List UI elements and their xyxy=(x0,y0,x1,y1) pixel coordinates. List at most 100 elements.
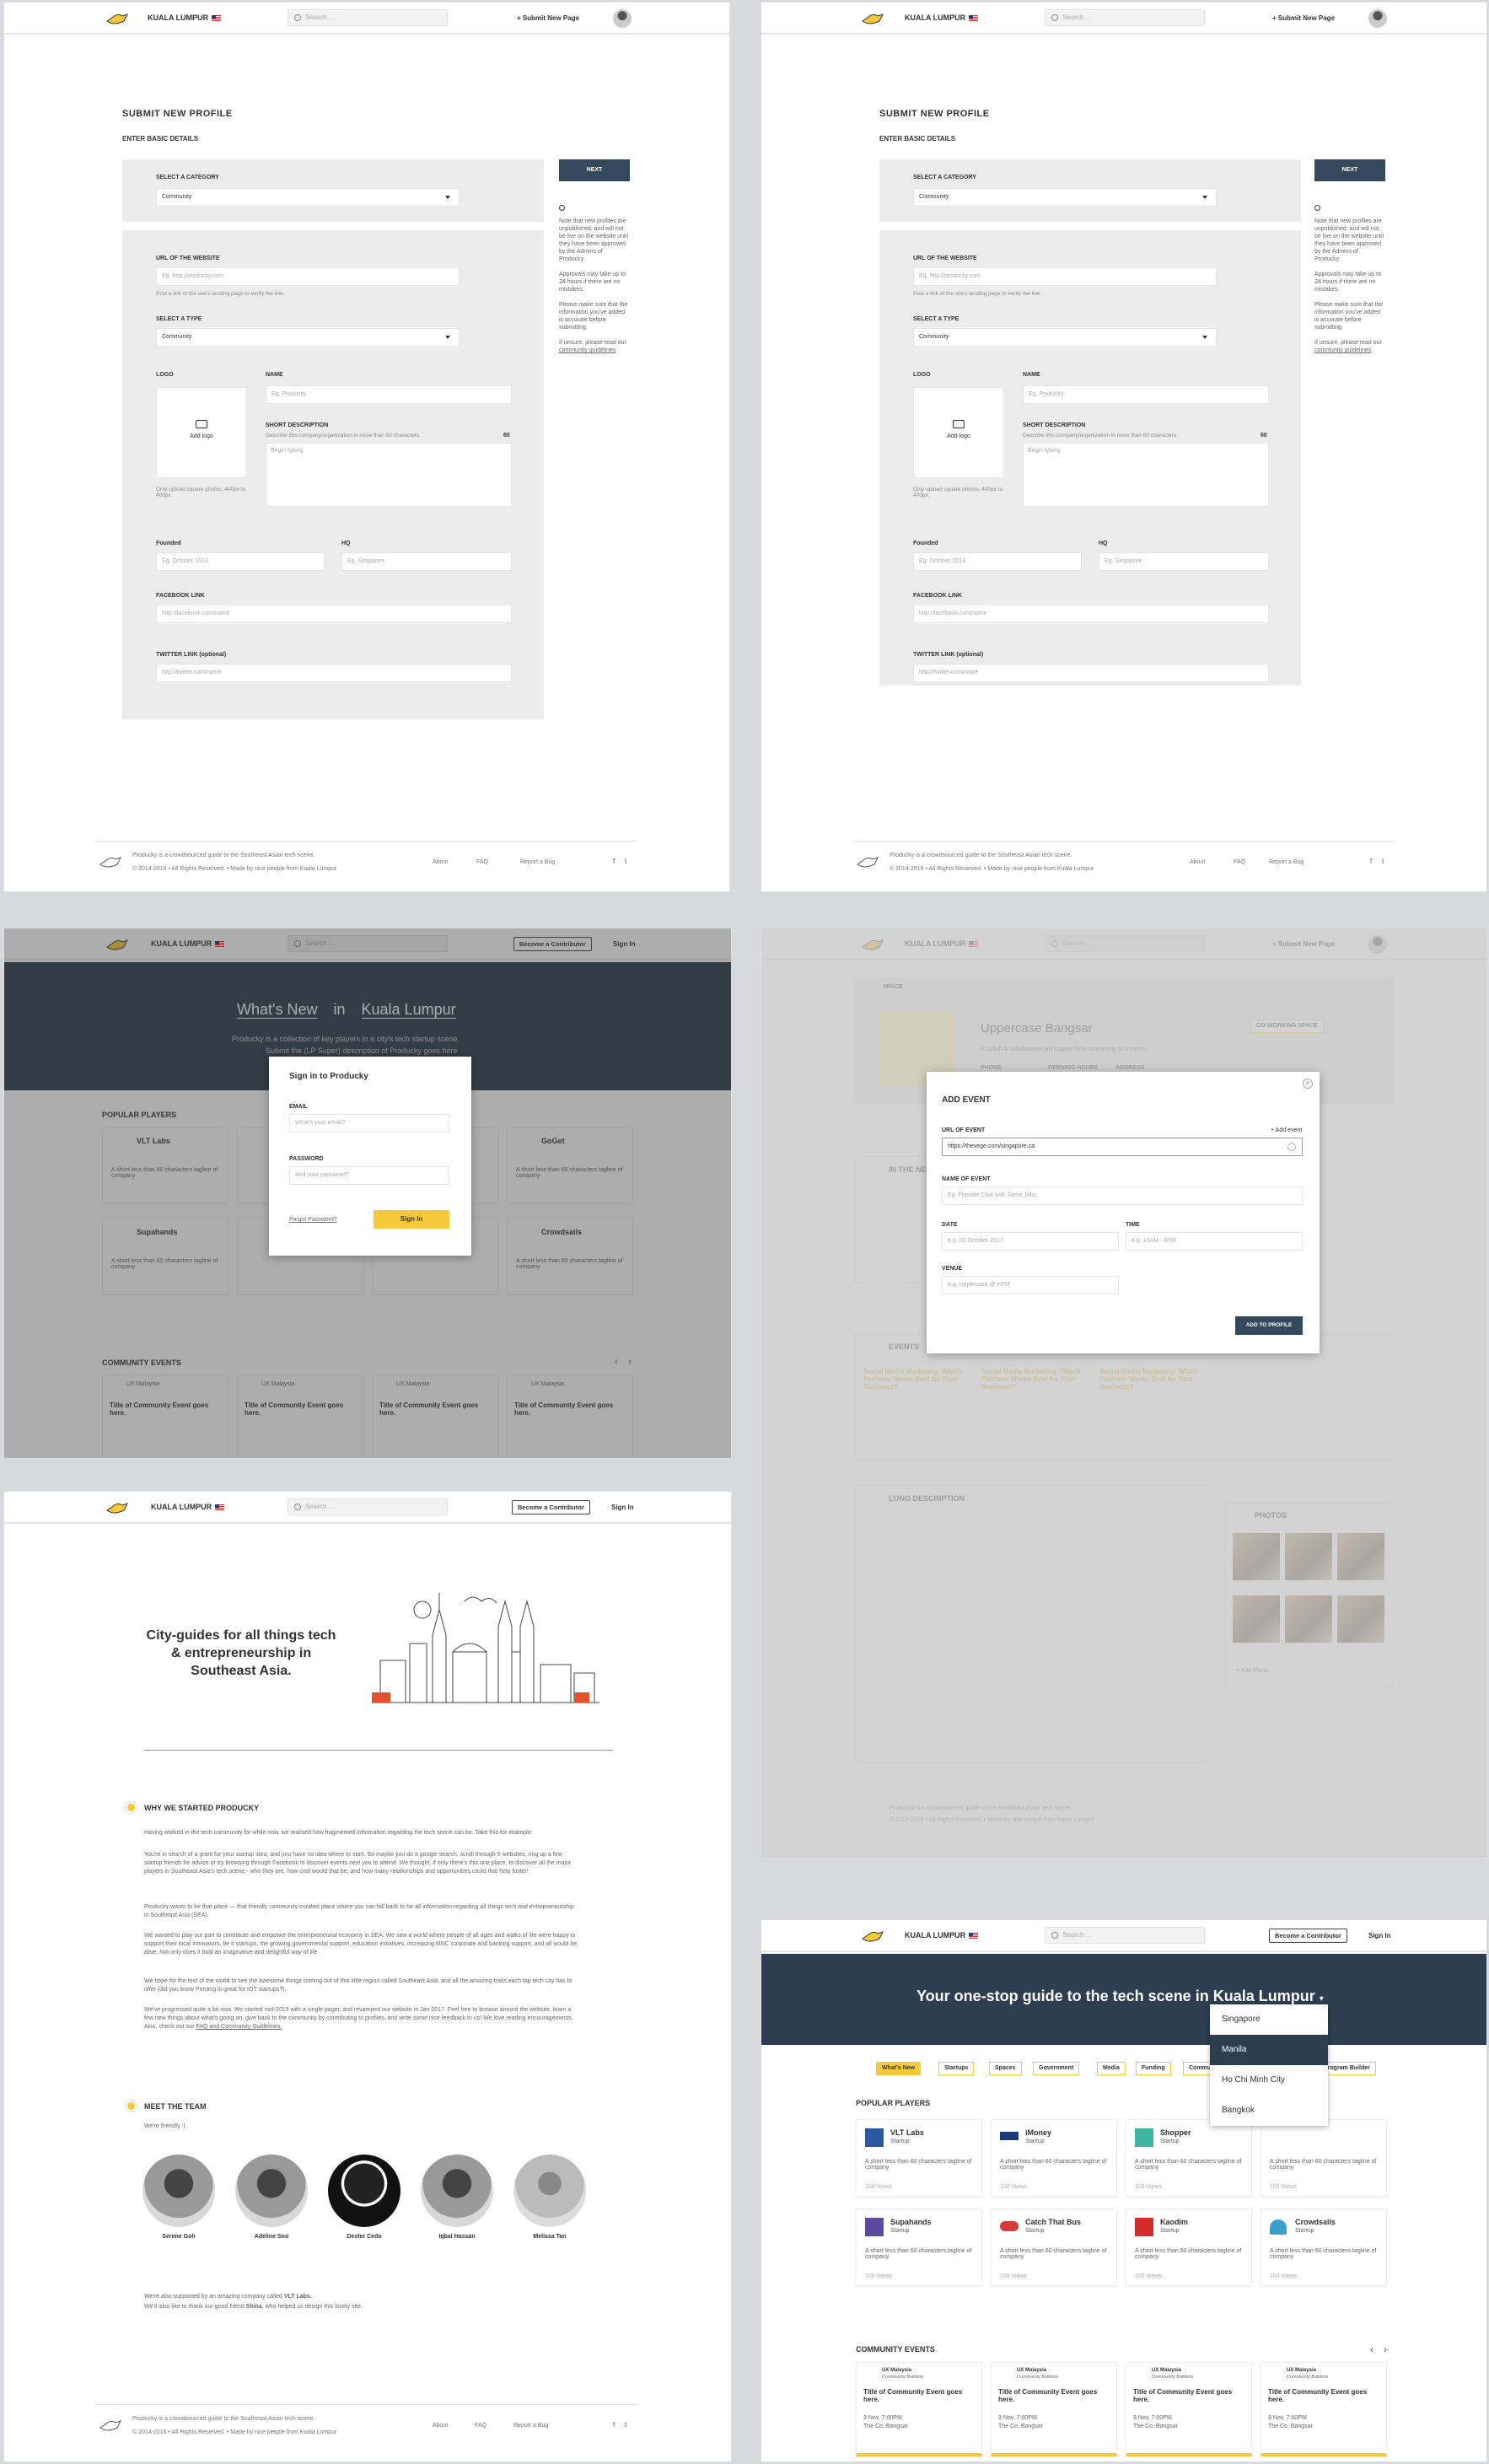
player-card[interactable]: VLT Labs Startup A short less than 60 ch… xyxy=(856,2119,982,2197)
footer-faq-link[interactable]: FAQ xyxy=(1234,859,1245,865)
close-icon[interactable]: × xyxy=(1303,1079,1313,1089)
search-input[interactable]: Search ... xyxy=(1045,1927,1205,1944)
become-contributor-button[interactable]: Become a Contributor xyxy=(1269,1929,1347,1943)
event-time-input[interactable]: e.g. 10AM - 4PM xyxy=(1126,1232,1303,1251)
submit-new-page-link[interactable]: + Submit New Page xyxy=(517,14,579,22)
name-input[interactable]: Eg. Producky xyxy=(1023,385,1269,404)
name-input[interactable]: Eg. Producky xyxy=(266,385,512,404)
next-button[interactable]: NEXT xyxy=(1314,159,1385,181)
footer-report-link[interactable]: Report a Bug xyxy=(520,859,555,865)
founded-input[interactable]: Eg. October 2013 xyxy=(156,552,325,571)
user-avatar[interactable] xyxy=(613,9,632,28)
hq-input[interactable]: Eg. Singapore xyxy=(1099,552,1269,571)
player-card[interactable]: Catch That Bus Startup A short less than… xyxy=(991,2208,1117,2286)
city-option-manila[interactable]: Manila xyxy=(1210,2035,1328,2065)
event-url-input[interactable]: https://thevege.com/singapore.ca xyxy=(942,1138,1303,1156)
chevron-down-icon[interactable]: ▾ xyxy=(1320,1994,1324,2004)
footer-report-link[interactable]: Report a Bug xyxy=(513,2423,548,2429)
facebook-icon[interactable]: f xyxy=(1370,858,1372,865)
desc-textarea[interactable]: Begin typing xyxy=(266,443,512,507)
become-contributor-button[interactable]: Become a Contributor xyxy=(512,1500,590,1514)
modal-backdrop[interactable] xyxy=(761,928,1486,1858)
faq-guidelines-link[interactable]: FAQ and Community Guidelines. xyxy=(196,2024,282,2030)
producky-logo-icon[interactable] xyxy=(861,11,884,26)
footer-about-link[interactable]: About xyxy=(433,2423,448,2429)
city-selector[interactable]: KUALA LUMPUR xyxy=(148,13,222,22)
twitter-icon[interactable]: t xyxy=(1382,858,1384,865)
hq-input[interactable]: Eg. Singapore xyxy=(341,552,512,571)
tab-whats-new[interactable]: What's New xyxy=(876,2062,922,2075)
twitter-icon[interactable]: t xyxy=(625,858,626,865)
twitter-icon[interactable]: t xyxy=(625,2421,626,2429)
event-venue-input[interactable]: e.g. Uppercase @ KPM xyxy=(942,1276,1119,1294)
event-name-input[interactable]: Eg. Fireside Chat with Steve Jobs xyxy=(942,1186,1303,1205)
forgot-password-link[interactable]: Forgot Password? xyxy=(289,1217,337,1223)
logo-upload[interactable]: Add logo xyxy=(156,387,247,478)
type-select[interactable]: Community xyxy=(913,328,1217,347)
event-card[interactable]: UX Malaysia Community Builders Title of … xyxy=(1126,2362,1252,2456)
player-card[interactable]: Kaodim Startup A short less than 60 char… xyxy=(1126,2208,1252,2286)
player-card[interactable]: iMoney Startup A short less than 60 char… xyxy=(991,2119,1117,2197)
facebook-icon[interactable]: f xyxy=(613,2421,615,2429)
signin-button[interactable]: Sign In xyxy=(374,1210,449,1229)
search-input[interactable]: Search ... xyxy=(288,1498,448,1515)
player-card[interactable]: Crowdsails Startup A short less than 60 … xyxy=(1261,2208,1387,2286)
facebook-input[interactable]: http://facebook.com/name xyxy=(913,605,1269,623)
producky-logo-icon[interactable] xyxy=(105,11,129,26)
carousel-prev-icon[interactable]: ‹ xyxy=(1370,2343,1373,2355)
logo-upload[interactable]: Add logo xyxy=(913,387,1004,478)
category-select[interactable]: Community xyxy=(913,188,1217,207)
twitter-input[interactable]: http://twitter.com/name xyxy=(913,664,1269,682)
footer-faq-link[interactable]: FAQ xyxy=(475,2423,486,2429)
city-option-ho-chi-minh[interactable]: Ho Chi Minh City xyxy=(1210,2065,1328,2095)
user-avatar[interactable] xyxy=(1368,9,1387,28)
footer-about-link[interactable]: About xyxy=(433,859,448,865)
twitter-input[interactable]: http://twitter.com/name xyxy=(156,664,512,682)
tab-spaces[interactable]: Spaces xyxy=(989,2062,1022,2075)
tab-startups[interactable]: Startups xyxy=(938,2062,975,2075)
city-selector[interactable]: KUALA LUMPUR xyxy=(905,13,979,22)
player-card[interactable]: Shopper Startup A short less than 60 cha… xyxy=(1126,2119,1252,2197)
city-option-bangkok[interactable]: Bangkok xyxy=(1210,2095,1328,2126)
signin-link[interactable]: Sign In xyxy=(611,1504,634,1511)
city-selector[interactable]: KUALA LUMPUR xyxy=(905,1931,979,1939)
category-select[interactable]: Community xyxy=(156,188,460,207)
tab-media[interactable]: Media xyxy=(1097,2062,1126,2075)
city-selector[interactable]: KUALA LUMPUR xyxy=(151,1503,225,1511)
player-card[interactable]: A short less than 60 characters tagline … xyxy=(1261,2119,1387,2197)
city-dropdown[interactable]: Kuala Lumpur xyxy=(1212,1988,1315,2005)
event-card[interactable]: UX Malaysia Community Builders Title of … xyxy=(856,2362,982,2456)
event-card[interactable]: UX Malaysia Community Builders Title of … xyxy=(991,2362,1117,2456)
search-input[interactable]: Search ... xyxy=(288,9,448,26)
email-input[interactable]: What's your email? xyxy=(289,1114,449,1132)
password-input[interactable]: And your password? xyxy=(289,1166,449,1185)
add-to-profile-button[interactable]: ADD TO PROFILE xyxy=(1235,1316,1303,1335)
next-button[interactable]: NEXT xyxy=(559,159,630,181)
guidelines-link[interactable]: community guidelines xyxy=(559,347,615,353)
submit-new-page-link[interactable]: + Submit New Page xyxy=(1272,14,1335,22)
signin-link[interactable]: Sign In xyxy=(1368,1932,1391,1939)
desc-textarea[interactable]: Begin typing xyxy=(1023,443,1269,507)
event-card[interactable]: UX Malaysia Community Builders Title of … xyxy=(1261,2362,1387,2456)
footer-faq-link[interactable]: FAQ xyxy=(476,859,488,865)
url-input[interactable]: Eg. http://producky.com xyxy=(913,267,1217,286)
footer-report-link[interactable]: Report a Bug xyxy=(1269,859,1304,865)
tab-funding[interactable]: Funding xyxy=(1136,2062,1171,2075)
footer-about-link[interactable]: About xyxy=(1190,859,1205,865)
city-option-singapore[interactable]: Singapore xyxy=(1210,2004,1328,2035)
producky-logo-icon[interactable] xyxy=(105,1500,129,1515)
founded-input[interactable]: Eg. October 2013 xyxy=(913,552,1082,571)
player-type: Startup xyxy=(1025,2139,1045,2144)
url-input[interactable]: Eg. http://producky.com xyxy=(156,267,460,286)
facebook-input[interactable]: http://facebook.com/name xyxy=(156,605,512,623)
add-event-link[interactable]: + Add event xyxy=(1271,1127,1302,1133)
event-date-input[interactable]: e.g. 03 October 2017 xyxy=(942,1232,1119,1251)
tab-government[interactable]: Government xyxy=(1033,2062,1080,2075)
producky-logo-icon[interactable] xyxy=(861,1929,884,1944)
guidelines-link[interactable]: community guidelines xyxy=(1314,347,1371,353)
carousel-next-icon[interactable]: › xyxy=(1384,2343,1387,2355)
type-select[interactable]: Community xyxy=(156,328,460,347)
facebook-icon[interactable]: f xyxy=(613,858,615,865)
player-card[interactable]: Supahands Startup A short less than 60 c… xyxy=(856,2208,982,2286)
search-input[interactable]: Search ... xyxy=(1045,9,1205,26)
